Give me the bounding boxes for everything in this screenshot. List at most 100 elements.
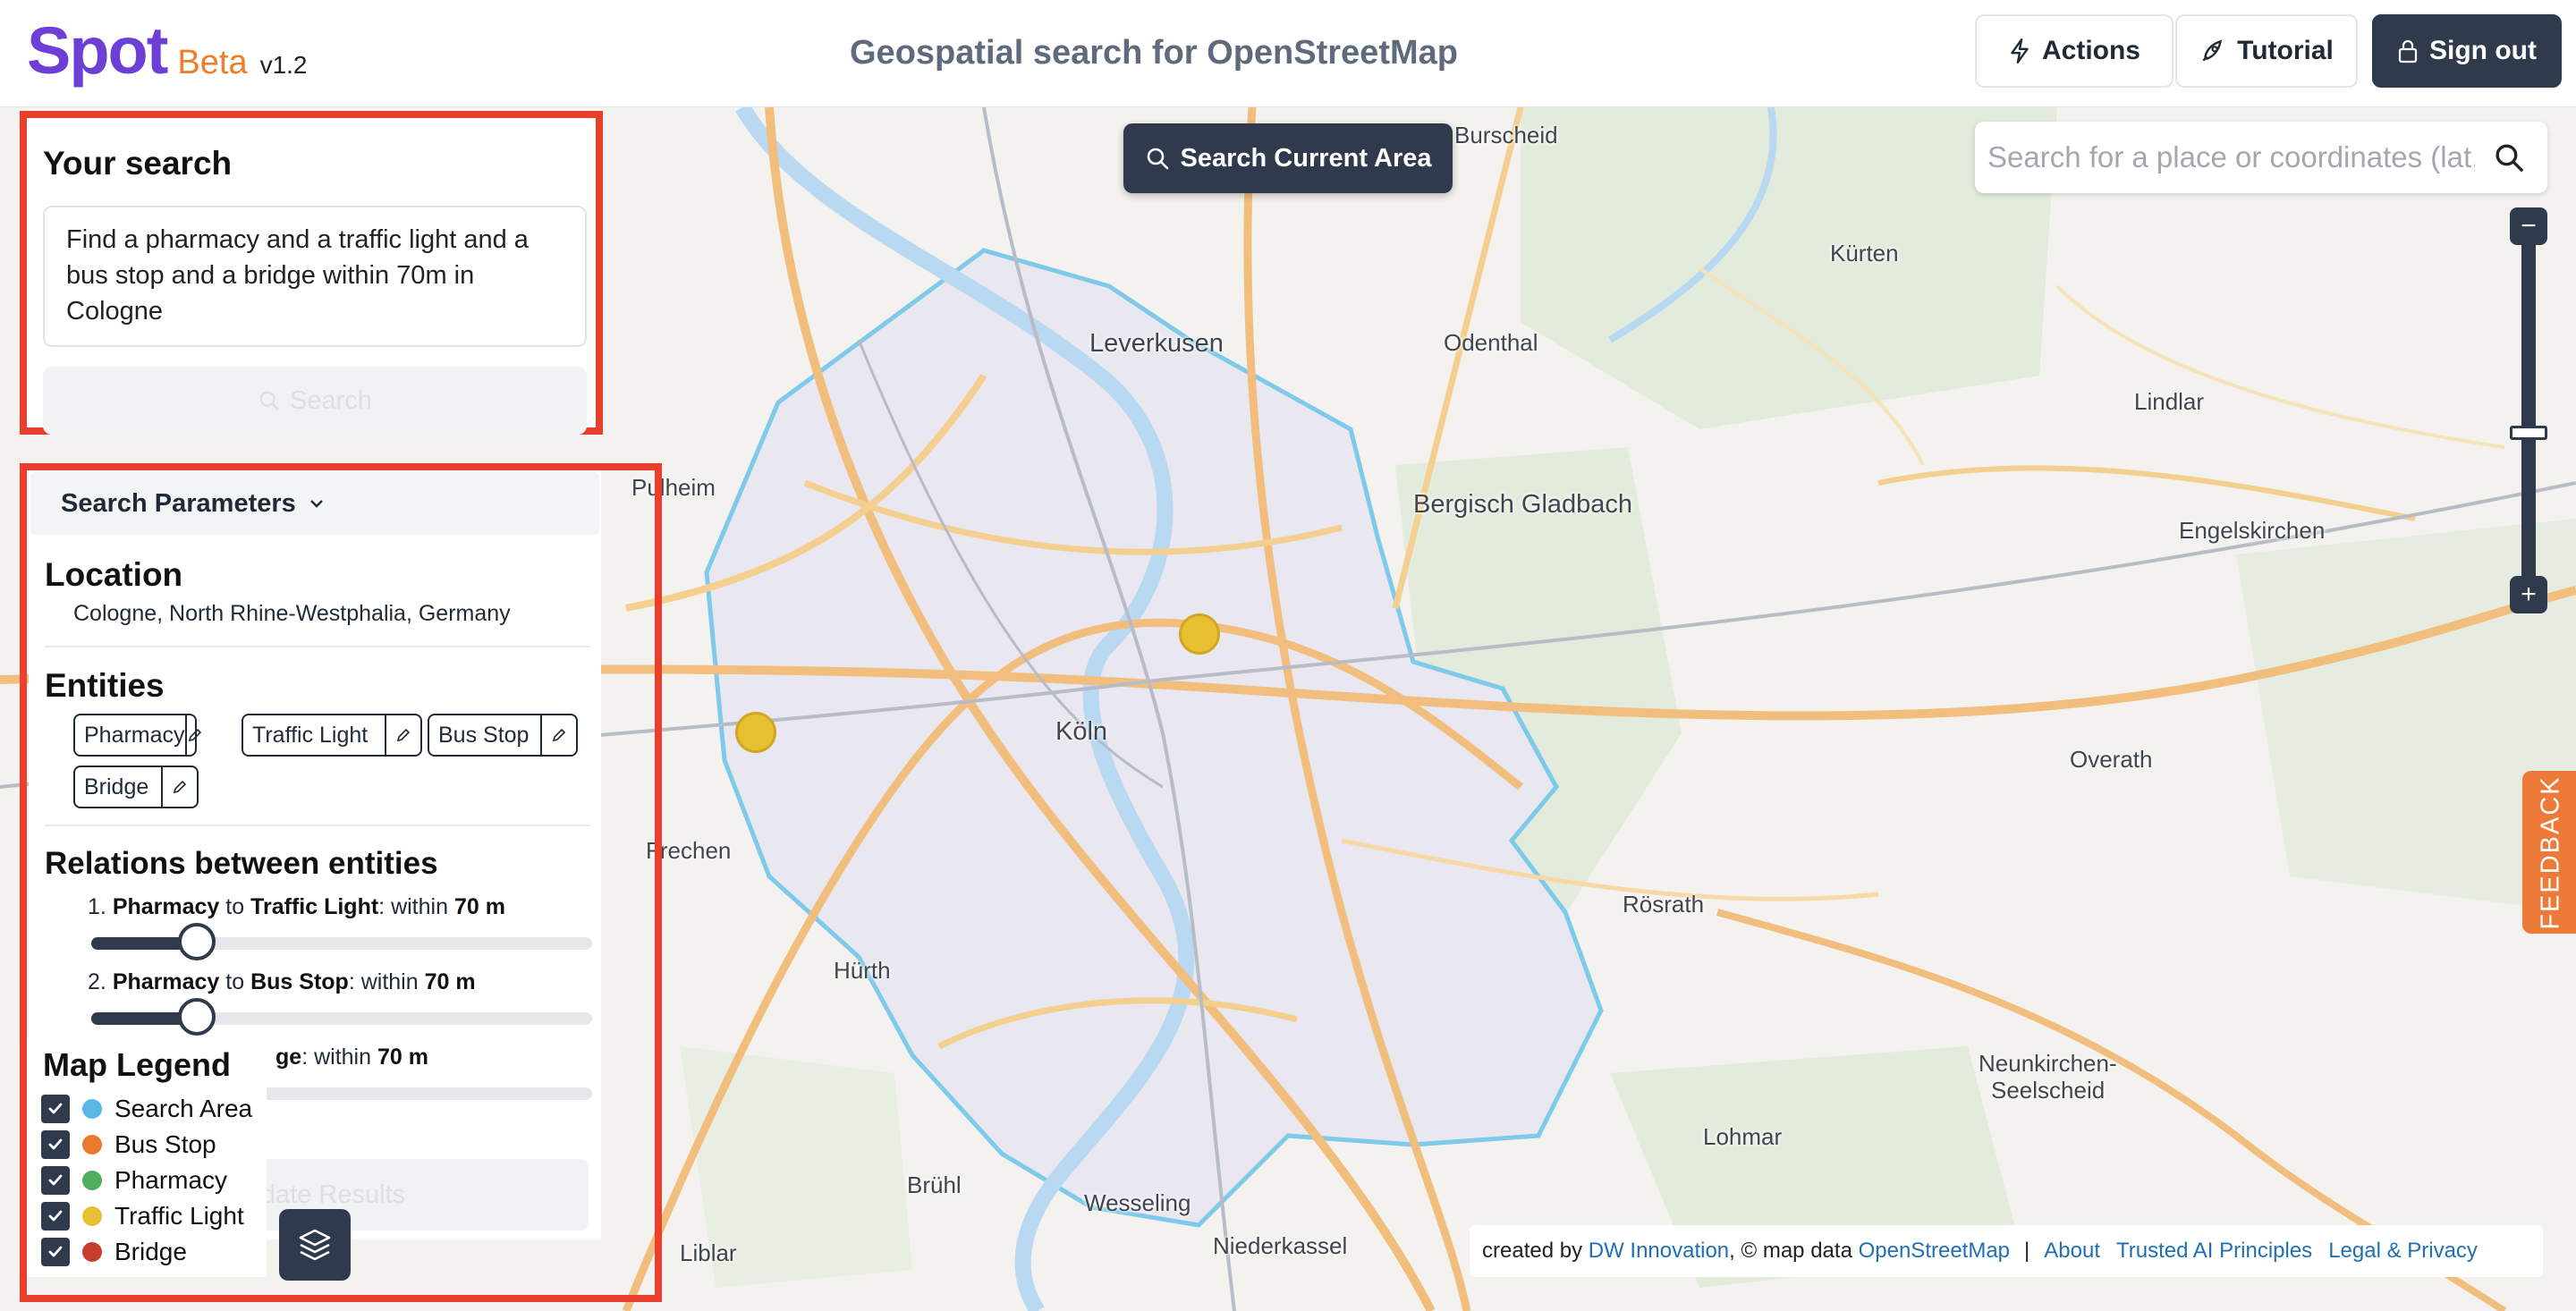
- legend-item: Search Area: [41, 1095, 252, 1123]
- pencil-icon[interactable]: [161, 767, 197, 807]
- feedback-label: FEEDBACK: [2536, 774, 2565, 930]
- openstreetmap-link[interactable]: OpenStreetMap: [1859, 1239, 2010, 1264]
- pencil-icon[interactable]: [385, 715, 420, 755]
- search-icon[interactable]: [2493, 141, 2525, 173]
- relation-entity-b: Traffic Light: [250, 894, 379, 919]
- map-label: Lindlar: [2134, 388, 2205, 415]
- legend-color-dot: [82, 1206, 102, 1226]
- place-search-box: [1975, 122, 2547, 193]
- actions-button[interactable]: Actions: [1975, 14, 2174, 88]
- zoom-out-button[interactable]: −: [2510, 207, 2547, 245]
- entity-label: Bridge: [84, 774, 149, 799]
- zoom-slider[interactable]: − +: [2510, 207, 2547, 613]
- dw-innovation-link[interactable]: DW Innovation: [1589, 1239, 1729, 1264]
- traffic-light-marker[interactable]: [735, 712, 776, 753]
- app-header: Spot Beta v1.2 Geospatial search for Ope…: [0, 0, 2576, 107]
- layers-button[interactable]: [279, 1209, 351, 1281]
- legend-checkbox[interactable]: [41, 1202, 70, 1231]
- search-button-label: Search: [290, 385, 372, 415]
- relation-to: to: [225, 894, 245, 919]
- search-parameters-label: Search Parameters: [61, 488, 296, 518]
- zoom-track[interactable]: [2521, 207, 2536, 613]
- relations-title: Relations between entities: [45, 846, 438, 881]
- map-label: Lohmar: [1703, 1123, 1783, 1150]
- map-label: Liblar: [680, 1239, 737, 1266]
- relation-within: : within: [301, 1045, 371, 1070]
- search-button[interactable]: Search: [43, 367, 587, 435]
- relation-number: 2.: [88, 969, 106, 994]
- map-legend: Map Legend Search Area Bus Stop Pharmacy Tr…: [27, 1037, 267, 1277]
- search-panel: Your search Search: [20, 111, 603, 435]
- relation-entity-b: ge: [275, 1045, 302, 1070]
- legend-item: Bridge: [41, 1238, 187, 1266]
- attribution-created-by: created by: [1482, 1239, 1583, 1263]
- feedback-tab[interactable]: FEEDBACK: [2522, 771, 2576, 934]
- distance-slider-2[interactable]: [91, 998, 592, 1036]
- search-current-area-button[interactable]: Search Current Area: [1123, 123, 1453, 193]
- tutorial-label: Tutorial: [2237, 36, 2334, 65]
- legend-color-dot: [82, 1135, 102, 1155]
- search-parameters-toggle[interactable]: Search Parameters: [30, 472, 599, 535]
- zoom-handle[interactable]: [2510, 426, 2547, 440]
- search-icon: [1147, 148, 1168, 170]
- map-label: Kürten: [1830, 240, 1899, 266]
- legend-item: Pharmacy: [41, 1166, 227, 1195]
- layers-icon: [299, 1229, 331, 1261]
- legend-label: Traffic Light: [114, 1202, 244, 1230]
- trusted-ai-link[interactable]: Trusted AI Principles: [2116, 1239, 2312, 1264]
- entity-label: Pharmacy: [84, 723, 185, 748]
- map-label: Wesseling: [1084, 1189, 1191, 1216]
- place-search-input[interactable]: [1987, 140, 2475, 174]
- map-label: Neunkirchen-: [1979, 1050, 2117, 1077]
- legal-privacy-link[interactable]: Legal & Privacy: [2328, 1239, 2478, 1264]
- relation-text-3: ge: within 70 m: [275, 1045, 428, 1070]
- legend-color-dot: [82, 1242, 102, 1262]
- legend-checkbox[interactable]: [41, 1130, 70, 1159]
- relation-distance: 70 m: [424, 969, 476, 994]
- map-label: Burscheid: [1454, 122, 1558, 148]
- location-value: Cologne, North Rhine-Westphalia, Germany: [73, 601, 511, 626]
- relation-text-2: 2. Pharmacy to Bus Stop: within 70 m: [88, 969, 476, 995]
- actions-label: Actions: [2041, 36, 2140, 65]
- map-label: Leverkusen: [1089, 329, 1224, 358]
- entity-chip-traffic-light[interactable]: Traffic Light: [242, 714, 422, 757]
- map-label: Niederkassel: [1213, 1232, 1348, 1259]
- map-label: Odenthal: [1444, 329, 1538, 356]
- legend-checkbox[interactable]: [41, 1166, 70, 1195]
- slider-handle[interactable]: [178, 923, 216, 960]
- slider-handle[interactable]: [178, 998, 216, 1036]
- rocket-icon: [2202, 39, 2223, 62]
- tutorial-button[interactable]: Tutorial: [2175, 14, 2358, 88]
- map-legend-title: Map Legend: [43, 1046, 232, 1083]
- relation-distance: 70 m: [453, 894, 505, 919]
- sign-out-button[interactable]: Sign out: [2372, 14, 2562, 88]
- relation-entity-a: Pharmacy: [112, 894, 220, 919]
- relation-within: : within: [378, 894, 448, 919]
- lock-icon: [2398, 39, 2418, 63]
- legend-checkbox[interactable]: [41, 1238, 70, 1266]
- lightning-icon: [2011, 38, 2029, 64]
- entity-chip-pharmacy[interactable]: Pharmacy: [73, 714, 201, 757]
- relation-to: to: [225, 969, 245, 994]
- map-attribution: created by DW Innovation, © map data Ope…: [1470, 1225, 2543, 1277]
- brand-logo: Spot Beta v1.2: [27, 13, 308, 89]
- search-icon: [259, 391, 280, 411]
- page-title: Geospatial search for OpenStreetMap: [850, 34, 1458, 72]
- legend-checkbox[interactable]: [41, 1095, 70, 1123]
- pencil-icon[interactable]: [540, 715, 576, 755]
- entity-chip-bridge[interactable]: Bridge: [73, 765, 199, 808]
- distance-slider-1[interactable]: [91, 923, 592, 960]
- about-link[interactable]: About: [2044, 1239, 2100, 1264]
- location-title: Location: [45, 556, 183, 593]
- version-label: v1.2: [259, 51, 308, 79]
- zoom-in-button[interactable]: +: [2510, 576, 2547, 613]
- search-query-textarea[interactable]: [43, 206, 587, 347]
- pencil-icon[interactable]: [184, 715, 203, 755]
- map-label: Rösrath: [1623, 891, 1705, 918]
- search-current-area-label: Search Current Area: [1180, 143, 1432, 173]
- relation-within: : within: [348, 969, 419, 994]
- legend-item: Bus Stop: [41, 1130, 216, 1159]
- traffic-light-marker[interactable]: [1179, 613, 1220, 655]
- relation-number: 1.: [88, 894, 106, 919]
- entity-chip-bus-stop[interactable]: Bus Stop: [428, 714, 578, 757]
